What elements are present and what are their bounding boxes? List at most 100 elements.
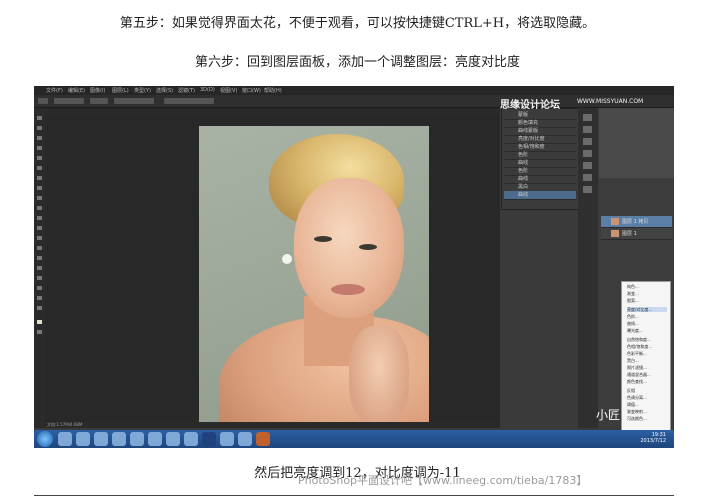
photoshop-taskbar-icon[interactable] — [202, 432, 216, 446]
quick-mask-icon[interactable] — [37, 330, 42, 334]
option-button[interactable] — [90, 98, 108, 104]
menu-option[interactable]: 可选颜色... — [627, 416, 667, 421]
type-tool-icon[interactable] — [37, 266, 42, 270]
illustrator-taskbar-icon[interactable] — [256, 432, 270, 446]
layer-row-selected[interactable]: 图层 1 拷贝 — [601, 216, 672, 228]
menu-item[interactable]: 文件(F) — [46, 87, 63, 94]
menu-option[interactable]: 色调分离... — [627, 395, 667, 400]
tools-panel — [34, 108, 45, 428]
menu-item[interactable]: 滤镜(T) — [178, 87, 195, 94]
menu-item[interactable]: 类型(Y) — [134, 87, 151, 94]
status-bar: 文档:1.57M/4.68M — [45, 422, 500, 428]
navigator-panel — [599, 108, 674, 178]
system-clock[interactable]: 19:31 2013/7/12 — [640, 432, 666, 444]
history-panel-icon[interactable] — [583, 114, 592, 121]
menu-option[interactable]: 反相 — [627, 388, 667, 393]
option-button[interactable] — [54, 98, 84, 104]
menu-option[interactable]: 渐变... — [627, 291, 667, 296]
taskbar-app-icon[interactable] — [112, 432, 126, 446]
adjustment-layer-menu: 纯色... 渐变... 图案... 亮度/对比度... 色阶... 曲线... … — [621, 281, 671, 431]
styles-panel-icon[interactable] — [583, 162, 592, 169]
paragraph-panel-icon[interactable] — [583, 186, 592, 193]
windows-taskbar: 19:31 2013/7/12 — [34, 430, 674, 448]
menu-item[interactable]: 窗口(W) — [242, 87, 261, 94]
history-brush-tool-icon[interactable] — [37, 206, 42, 210]
menu-option[interactable]: 自然饱和度... — [627, 337, 667, 342]
taskbar-app-icon[interactable] — [58, 432, 72, 446]
swatches-panel-icon[interactable] — [583, 138, 592, 145]
step-five-text: 第五步：如果觉得界面太花，不便于观看，可以按快捷键CTRL+H，将选取隐藏。 — [119, 16, 596, 31]
photoshop-screenshot: 文件(F) 编辑(E) 图像(I) 图层(L) 类型(Y) 选择(S) 滤镜(T… — [34, 86, 674, 448]
option-button[interactable] — [114, 98, 154, 104]
menu-item[interactable]: 图像(I) — [90, 87, 105, 94]
menu-option[interactable]: 通道混合器... — [627, 372, 667, 377]
taskbar-app-icon[interactable] — [184, 432, 198, 446]
marquee-tool-icon[interactable] — [37, 126, 42, 130]
panel-row-selected[interactable]: 曲线 — [504, 191, 576, 200]
adjustments-panel-icon[interactable] — [583, 150, 592, 157]
taskbar-app-icon[interactable] — [76, 432, 90, 446]
layer-row[interactable]: 图层 1 — [601, 228, 672, 240]
menu-option[interactable]: 色相/饱和度... — [627, 344, 667, 349]
stamp-tool-icon[interactable] — [37, 196, 42, 200]
portrait-photo — [199, 126, 429, 422]
menu-option[interactable]: 黑白... — [627, 358, 667, 363]
flower-earring — [282, 254, 292, 264]
step-six-text: 第六步：回到图层面板，添加一个调整图层：亮度对比度 — [194, 55, 520, 70]
menu-option[interactable]: 照片滤镜... — [627, 365, 667, 370]
menu-option[interactable]: 渐变映射... — [627, 409, 667, 414]
menu-option[interactable]: 曝光度... — [627, 328, 667, 333]
menu-item[interactable]: 3D(D) — [200, 87, 215, 93]
tool-preset-button[interactable] — [38, 98, 48, 104]
site-watermark-url: WWW.MISSYUAN.COM — [577, 98, 644, 105]
menu-option[interactable]: 曲线... — [627, 321, 667, 326]
menu-option[interactable]: 阈值... — [627, 402, 667, 407]
zoom-tool-icon[interactable] — [37, 306, 42, 310]
taskbar-app-icon[interactable] — [166, 432, 180, 446]
taskbar-app-icon[interactable] — [238, 432, 252, 446]
eyedropper-tool-icon[interactable] — [37, 166, 42, 170]
pen-tool-icon[interactable] — [37, 256, 42, 260]
taskbar-app-icon[interactable] — [130, 432, 144, 446]
menu-option[interactable]: 图案... — [627, 298, 667, 303]
menu-item[interactable]: 图层(L) — [112, 87, 129, 94]
character-panel-icon[interactable] — [583, 174, 592, 181]
blur-tool-icon[interactable] — [37, 236, 42, 240]
shape-tool-icon[interactable] — [37, 286, 42, 290]
menu-option[interactable]: 色阶... — [627, 314, 667, 319]
taskbar-app-icon[interactable] — [148, 432, 162, 446]
gradient-tool-icon[interactable] — [37, 226, 42, 230]
actions-panel-icon[interactable] — [583, 126, 592, 133]
brush-tool-icon[interactable] — [37, 186, 42, 190]
doc-size-text: 文档:1.57M/4.68M — [47, 422, 83, 427]
menu-option[interactable]: 色彩平衡... — [627, 351, 667, 356]
menu-option[interactable]: 颜色查找... — [627, 379, 667, 384]
crop-tool-icon[interactable] — [37, 156, 42, 160]
layer-thumbnail — [611, 230, 619, 237]
menu-item[interactable]: 视图(V) — [220, 87, 237, 94]
taskbar-app-icon[interactable] — [220, 432, 234, 446]
dodge-tool-icon[interactable] — [37, 246, 42, 250]
taskbar-app-icon[interactable] — [94, 432, 108, 446]
menu-item[interactable]: 选择(S) — [156, 87, 173, 94]
lasso-tool-icon[interactable] — [37, 136, 42, 140]
menu-item[interactable]: 帮助(H) — [264, 87, 282, 94]
hand-tool-icon[interactable] — [37, 296, 42, 300]
option-button[interactable] — [164, 98, 214, 104]
start-button[interactable] — [37, 431, 53, 447]
author-watermark: 小匠 — [596, 408, 621, 422]
path-select-tool-icon[interactable] — [37, 276, 42, 280]
site-watermark: 思缘设计论坛 — [500, 100, 560, 111]
document-tab-bar[interactable] — [45, 108, 500, 116]
menu-option-brightness-contrast[interactable]: 亮度/对比度... — [627, 307, 667, 312]
foreground-color-icon[interactable] — [37, 320, 42, 324]
eraser-tool-icon[interactable] — [37, 216, 42, 220]
divider — [34, 495, 674, 496]
move-tool-icon[interactable] — [37, 116, 42, 120]
quick-select-tool-icon[interactable] — [37, 146, 42, 150]
panel-icon-column — [578, 108, 598, 428]
menu-option[interactable]: 纯色... — [627, 284, 667, 289]
menu-item[interactable]: 编辑(E) — [68, 87, 85, 94]
layer-thumbnail — [611, 218, 619, 225]
healing-tool-icon[interactable] — [37, 176, 42, 180]
